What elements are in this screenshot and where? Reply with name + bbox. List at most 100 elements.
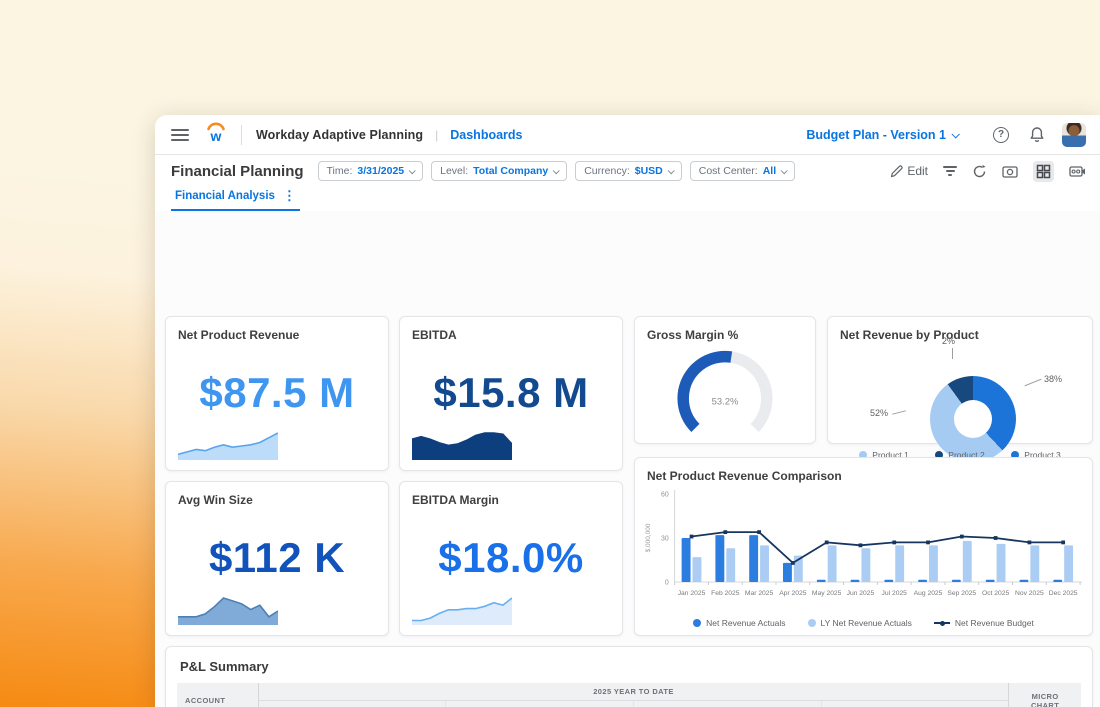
grid-icon — [1036, 164, 1051, 179]
divider: | — [435, 128, 438, 142]
top-bar: w Workday Adaptive Planning | Dashboards… — [155, 115, 1100, 155]
refresh-button[interactable] — [972, 164, 987, 179]
page-title: Financial Planning — [171, 163, 304, 180]
app-title: Workday Adaptive Planning — [256, 128, 423, 142]
svg-text:30: 30 — [661, 535, 669, 542]
svg-text:Dec 2025: Dec 2025 — [1049, 590, 1078, 597]
edit-label: Edit — [907, 164, 928, 178]
card-title: Avg Win Size — [166, 482, 388, 507]
grid-view-button[interactable] — [1033, 161, 1054, 182]
refresh-icon — [972, 164, 987, 179]
card-net-product-revenue: Net Product Revenue $87.5 M — [165, 316, 389, 471]
card-ebitda: EBITDA $15.8 M — [399, 316, 623, 471]
filter-label: Currency: — [584, 165, 630, 177]
svg-text:Jan 2025: Jan 2025 — [678, 590, 706, 597]
filter-label: Level: — [440, 165, 468, 177]
card-title: Net Revenue by Product — [828, 317, 1092, 342]
divider — [241, 125, 242, 145]
legend-dot — [808, 619, 816, 627]
filter-value: 3/31/2025 — [357, 165, 404, 177]
card-net-product-revenue-comparison: Net Product Revenue Comparison 0 30 60 $,00… — [634, 457, 1093, 636]
filter-cost-center[interactable]: Cost Center: All — [690, 161, 795, 181]
version-selector[interactable]: Budget Plan - Version 1 — [806, 128, 958, 142]
donut-callout: 52% — [870, 408, 888, 418]
snapshot-button[interactable] — [1002, 164, 1018, 178]
app-window: w Workday Adaptive Planning | Dashboards… — [155, 115, 1100, 707]
column-header-ml-forecast: ML FORECAST — [446, 701, 634, 707]
filter-label: Time: — [327, 165, 353, 177]
chevron-down-icon — [409, 167, 416, 174]
svg-text:60: 60 — [661, 491, 669, 498]
user-avatar[interactable] — [1062, 123, 1086, 147]
sparkline-chart — [178, 430, 278, 460]
legend-dot — [693, 619, 701, 627]
workday-logo: w — [205, 120, 227, 149]
legend-label: LY Net Revenue Actuals — [821, 618, 912, 628]
card-title: EBITDA Margin — [400, 482, 622, 507]
svg-text:Aug 2025: Aug 2025 — [914, 590, 943, 597]
column-group-header: 2025 YEAR TO DATE — [258, 683, 1008, 701]
svg-text:Oct 2025: Oct 2025 — [982, 590, 1009, 597]
card-title: Gross Margin % — [635, 317, 815, 342]
page-bar: Financial Planning Time: 3/31/2025 Level… — [155, 155, 1100, 187]
donut-callout: 38% — [1044, 374, 1062, 384]
card-title: EBITDA — [400, 317, 622, 342]
filter-value: $USD — [635, 165, 663, 177]
donut-callout: 2% — [942, 336, 955, 346]
chevron-down-icon — [781, 167, 788, 174]
filter-label: Cost Center: — [699, 165, 758, 177]
column-header-account: ACCOUNT — [177, 683, 258, 707]
svg-text:Jul 2025: Jul 2025 — [882, 590, 908, 597]
svg-text:53.2%: 53.2% — [712, 396, 739, 407]
video-icon — [1069, 165, 1086, 178]
svg-text:Apr 2025: Apr 2025 — [779, 590, 806, 597]
legend-label: Net Revenue Actuals — [706, 618, 785, 628]
legend-item: Net Revenue Actuals — [693, 618, 785, 628]
chevron-down-icon — [667, 167, 674, 174]
svg-text:Nov 2025: Nov 2025 — [1015, 590, 1044, 597]
tab-menu-icon[interactable]: ⋮ — [283, 191, 296, 201]
sparkline-chart — [412, 595, 512, 625]
dashboard-content: Net Product Revenue $87.5 M EBITDA $15.8… — [155, 211, 1100, 707]
column-header-budget: BUDGET — [634, 701, 822, 707]
card-title: Net Product Revenue Comparison — [635, 458, 1092, 483]
chevron-down-icon — [553, 167, 560, 174]
column-header-actuals: ACTUALS — [258, 701, 446, 707]
help-button[interactable]: ? — [990, 124, 1012, 146]
svg-text:w: w — [210, 128, 222, 144]
edit-button[interactable]: Edit — [890, 164, 928, 178]
notifications-button[interactable] — [1026, 124, 1048, 146]
card-ebitda-margin: EBITDA Margin $18.0% — [399, 481, 623, 636]
filter-value: Total Company — [473, 165, 548, 177]
nav-dashboards-link[interactable]: Dashboards — [450, 128, 522, 142]
filter-button[interactable] — [943, 163, 957, 178]
card-gross-margin: Gross Margin % 53.2% — [634, 316, 816, 444]
pencil-icon — [890, 165, 903, 178]
presentation-button[interactable] — [1069, 165, 1086, 178]
legend-item: Net Revenue Budget — [934, 618, 1034, 628]
svg-text:Sep 2025: Sep 2025 — [947, 590, 976, 597]
filter-level[interactable]: Level: Total Company — [431, 161, 567, 181]
column-header-micro-chart: MICRO CHART — [1009, 683, 1081, 707]
menu-icon[interactable] — [171, 126, 189, 144]
card-net-revenue-by-product: Net Revenue by Product 2% 38% 52% Produc… — [827, 316, 1093, 444]
card-avg-win-size: Avg Win Size $112 K — [165, 481, 389, 636]
column-header-variance: VARIANCE — [821, 701, 1009, 707]
filter-time[interactable]: Time: 3/31/2025 — [318, 161, 424, 181]
svg-text:$,000,000: $,000,000 — [645, 523, 652, 552]
filter-currency[interactable]: Currency: $USD — [575, 161, 682, 181]
bell-icon — [1029, 126, 1045, 143]
tab-financial-analysis[interactable]: Financial Analysis ⋮ — [171, 190, 300, 212]
card-title: P&L Summary — [166, 647, 1092, 683]
sparkline-chart — [178, 595, 278, 625]
pnl-table: ACCOUNT 2025 YEAR TO DATE MICRO CHART AC… — [177, 683, 1081, 707]
version-label: Budget Plan - Version 1 — [806, 128, 946, 142]
sparkline-chart — [412, 430, 512, 460]
svg-text:Mar 2025: Mar 2025 — [745, 590, 774, 597]
svg-text:May 2025: May 2025 — [812, 590, 842, 597]
gauge-chart: 53.2% — [635, 344, 815, 436]
tab-label: Financial Analysis — [175, 190, 275, 202]
svg-text:0: 0 — [665, 579, 669, 586]
tab-bar: Financial Analysis ⋮ — [155, 187, 1100, 213]
card-title: Net Product Revenue — [166, 317, 388, 342]
